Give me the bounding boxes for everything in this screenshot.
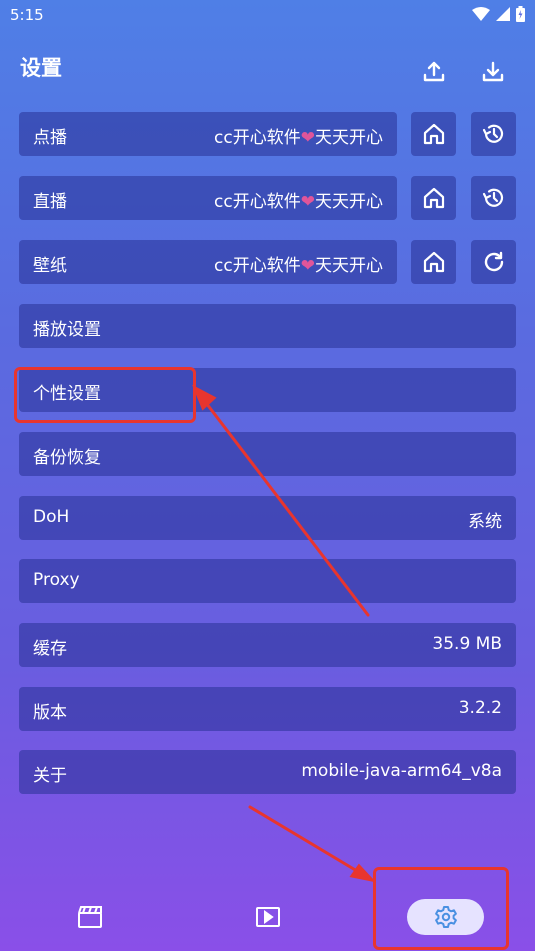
history-button-vod[interactable]	[471, 112, 516, 156]
upload-button[interactable]	[419, 56, 449, 86]
source-row-wallpaper[interactable]: 壁纸 cc开心软件❤天天开心	[19, 240, 397, 284]
source-row-vod[interactable]: 点播 cc开心软件❤天天开心	[19, 112, 397, 156]
home-icon	[423, 123, 444, 145]
download-icon	[482, 61, 504, 82]
row-label: 关于	[33, 766, 67, 786]
home-icon	[423, 251, 444, 273]
home-button-live[interactable]	[411, 176, 456, 220]
row-value: 系统	[468, 512, 502, 532]
page-title: 设置	[20, 56, 62, 80]
row-value: cc开心软件❤天天开心	[214, 192, 383, 212]
home-button-wallpaper[interactable]	[411, 240, 456, 284]
status-bar: 5:15	[0, 0, 535, 30]
heart-icon: ❤	[300, 256, 315, 276]
download-button[interactable]	[478, 56, 508, 86]
upload-icon	[423, 61, 445, 82]
row-label: 播放设置	[33, 320, 101, 340]
proxy-item[interactable]: Proxy	[19, 559, 516, 603]
history-icon	[482, 188, 503, 207]
annotation-arrow-line	[248, 805, 364, 876]
history-icon	[482, 124, 503, 143]
row-value: cc开心软件❤天天开心	[214, 256, 383, 276]
row-label: 点播	[33, 128, 67, 148]
wifi-icon	[472, 7, 490, 21]
annotation-arrowhead	[349, 863, 377, 883]
battery-icon	[516, 6, 525, 22]
cache-item[interactable]: 缓存 35.9 MB	[19, 623, 516, 667]
status-icons	[472, 6, 525, 22]
doh-item[interactable]: DoH 系统	[19, 496, 516, 540]
playback-settings-item[interactable]: 播放设置	[19, 304, 516, 348]
refresh-icon	[484, 251, 503, 272]
play-box-icon	[256, 907, 280, 927]
status-time: 5:15	[10, 6, 44, 24]
row-label: Proxy	[33, 570, 80, 590]
nav-vod-button[interactable]	[75, 903, 105, 931]
row-value: 35.9 MB	[432, 634, 502, 654]
version-item[interactable]: 版本 3.2.2	[19, 687, 516, 731]
row-value: mobile-java-arm64_v8a	[301, 761, 502, 781]
history-button-live[interactable]	[471, 176, 516, 220]
row-value: 3.2.2	[458, 698, 502, 718]
annotation-highlight-settings-tab	[373, 867, 509, 950]
row-label: 缓存	[33, 639, 67, 659]
home-icon	[423, 187, 444, 209]
row-label: DoH	[33, 507, 70, 527]
clapperboard-icon	[78, 906, 102, 928]
heart-icon: ❤	[300, 192, 315, 212]
row-label: 备份恢复	[33, 448, 101, 468]
nav-live-button[interactable]	[253, 903, 283, 931]
heart-icon: ❤	[300, 128, 315, 148]
row-value: cc开心软件❤天天开心	[214, 128, 383, 148]
row-label: 直播	[33, 192, 67, 212]
backup-restore-item[interactable]: 备份恢复	[19, 432, 516, 476]
source-row-live[interactable]: 直播 cc开心软件❤天天开心	[19, 176, 397, 220]
home-button-vod[interactable]	[411, 112, 456, 156]
signal-icon	[496, 7, 510, 21]
refresh-button-wallpaper[interactable]	[471, 240, 516, 284]
row-label: 壁纸	[33, 256, 67, 276]
annotation-highlight-personal	[14, 367, 196, 423]
row-label: 版本	[33, 703, 67, 723]
about-item[interactable]: 关于 mobile-java-arm64_v8a	[19, 750, 516, 794]
